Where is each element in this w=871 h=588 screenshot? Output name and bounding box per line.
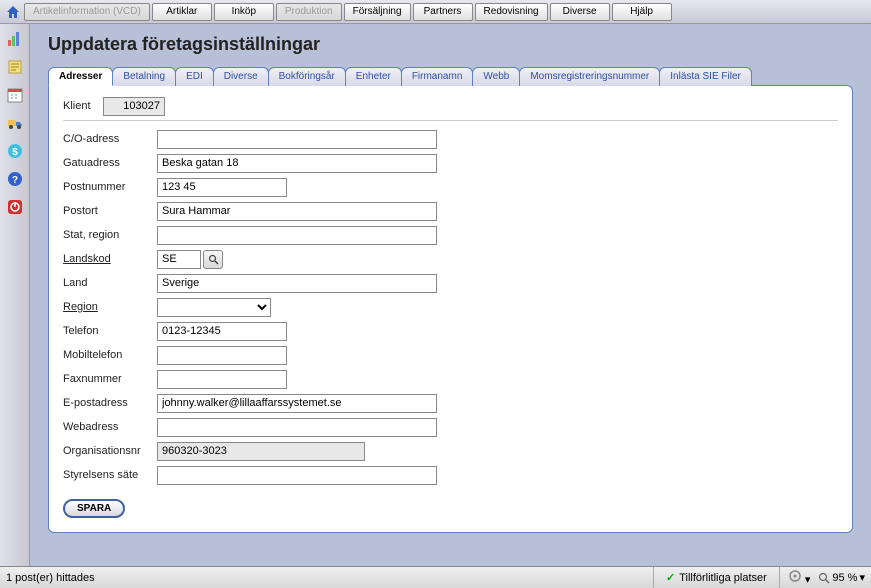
svg-text:$: $ <box>12 147 18 158</box>
input-stat[interactable] <box>157 226 437 245</box>
nav-artikelinfo: Artikelinformation (VCD) <box>24 3 150 21</box>
nav-partners[interactable]: Partners <box>413 3 473 21</box>
tab-adresser[interactable]: Adresser <box>48 67 113 86</box>
status-trusted: ✓ Tillförlitliga platser <box>653 567 780 588</box>
tab-bokforingsar[interactable]: Bokföringsår <box>268 67 346 86</box>
label-postnr: Postnummer <box>63 181 157 193</box>
check-icon: ✓ <box>666 571 675 584</box>
zoom-control[interactable]: 95 % ▾ <box>818 571 865 584</box>
tab-enheter[interactable]: Enheter <box>345 67 402 86</box>
label-stat: Stat, region <box>63 229 157 241</box>
tab-betalning[interactable]: Betalning <box>112 67 176 86</box>
sidebar-power-icon[interactable] <box>4 196 26 218</box>
label-postort: Postort <box>63 205 157 217</box>
tab-panel-adresser: Klient 103027 C/O-adress Gatuadress Post… <box>48 85 853 533</box>
tab-webb[interactable]: Webb <box>472 67 520 86</box>
nav-inkop[interactable]: Inköp <box>214 3 274 21</box>
input-mobil[interactable] <box>157 346 287 365</box>
input-postnr[interactable] <box>157 178 287 197</box>
input-postort[interactable] <box>157 202 437 221</box>
status-settings-icon[interactable]: ▾ <box>788 569 811 586</box>
label-web: Webadress <box>63 421 157 433</box>
home-icon[interactable] <box>4 3 22 21</box>
tab-edi[interactable]: EDI <box>175 67 214 86</box>
input-gatu[interactable] <box>157 154 437 173</box>
select-region[interactable] <box>157 298 271 317</box>
nav-forsaljning[interactable]: Försäljning <box>344 3 411 21</box>
label-styrelse: Styrelsens säte <box>63 469 157 481</box>
search-landskod-button[interactable] <box>203 250 223 269</box>
sidebar-calendar-icon[interactable] <box>4 84 26 106</box>
sidebar-note-icon[interactable] <box>4 56 26 78</box>
input-fax[interactable] <box>157 370 287 389</box>
nav-diverse[interactable]: Diverse <box>550 3 610 21</box>
nav-artiklar[interactable]: Artiklar <box>152 3 212 21</box>
tab-bar: Adresser Betalning EDI Diverse Bokföring… <box>48 67 853 86</box>
status-bar: 1 post(er) hittades ✓ Tillförlitliga pla… <box>0 566 871 588</box>
zoom-value: 95 % <box>832 572 857 584</box>
svg-text:?: ? <box>11 175 17 186</box>
save-button[interactable]: SPARA <box>63 499 125 518</box>
status-trusted-label: Tillförlitliga platser <box>679 572 767 584</box>
label-fax: Faxnummer <box>63 373 157 385</box>
label-region: Region <box>63 301 157 313</box>
input-co[interactable] <box>157 130 437 149</box>
tab-moms[interactable]: Momsregistreringsnummer <box>519 67 660 86</box>
nav-hjalp[interactable]: Hjälp <box>612 3 672 21</box>
content-area: Uppdatera företagsinställningar Adresser… <box>30 24 871 566</box>
sidebar-money-icon[interactable]: $ <box>4 140 26 162</box>
input-landskod[interactable] <box>157 250 201 269</box>
sidebar-help-icon[interactable]: ? <box>4 168 26 190</box>
sidebar-truck-icon[interactable] <box>4 112 26 134</box>
nav-redovisning[interactable]: Redovisning <box>475 3 548 21</box>
top-nav: Artikelinformation (VCD) Artiklar Inköp … <box>0 0 871 24</box>
label-land: Land <box>63 277 157 289</box>
label-orgnr: Organisationsnr <box>63 445 157 457</box>
label-telefon: Telefon <box>63 325 157 337</box>
field-klient: 103027 <box>103 97 165 116</box>
tab-sie[interactable]: Inlästa SIE Filer <box>659 67 752 86</box>
sidebar: $ ? <box>0 24 30 566</box>
label-klient: Klient <box>63 100 103 112</box>
page-title: Uppdatera företagsinställningar <box>48 34 853 55</box>
label-mobil: Mobiltelefon <box>63 349 157 361</box>
tab-diverse[interactable]: Diverse <box>213 67 269 86</box>
input-telefon[interactable] <box>157 322 287 341</box>
sidebar-chart-icon[interactable] <box>4 28 26 50</box>
zoom-icon <box>818 572 830 584</box>
field-orgnr: 960320-3023 <box>157 442 365 461</box>
status-message: 1 post(er) hittades <box>6 572 653 584</box>
label-co: C/O-adress <box>63 133 157 145</box>
input-land[interactable] <box>157 274 437 293</box>
label-epost: E-postadress <box>63 397 157 409</box>
input-styrelse[interactable] <box>157 466 437 485</box>
search-icon <box>208 254 219 265</box>
tab-firmanamn[interactable]: Firmanamn <box>401 67 474 86</box>
nav-produktion: Produktion <box>276 3 342 21</box>
label-landskod: Landskod <box>63 253 157 265</box>
label-gatu: Gatuadress <box>63 157 157 169</box>
input-epost[interactable] <box>157 394 437 413</box>
input-web[interactable] <box>157 418 437 437</box>
